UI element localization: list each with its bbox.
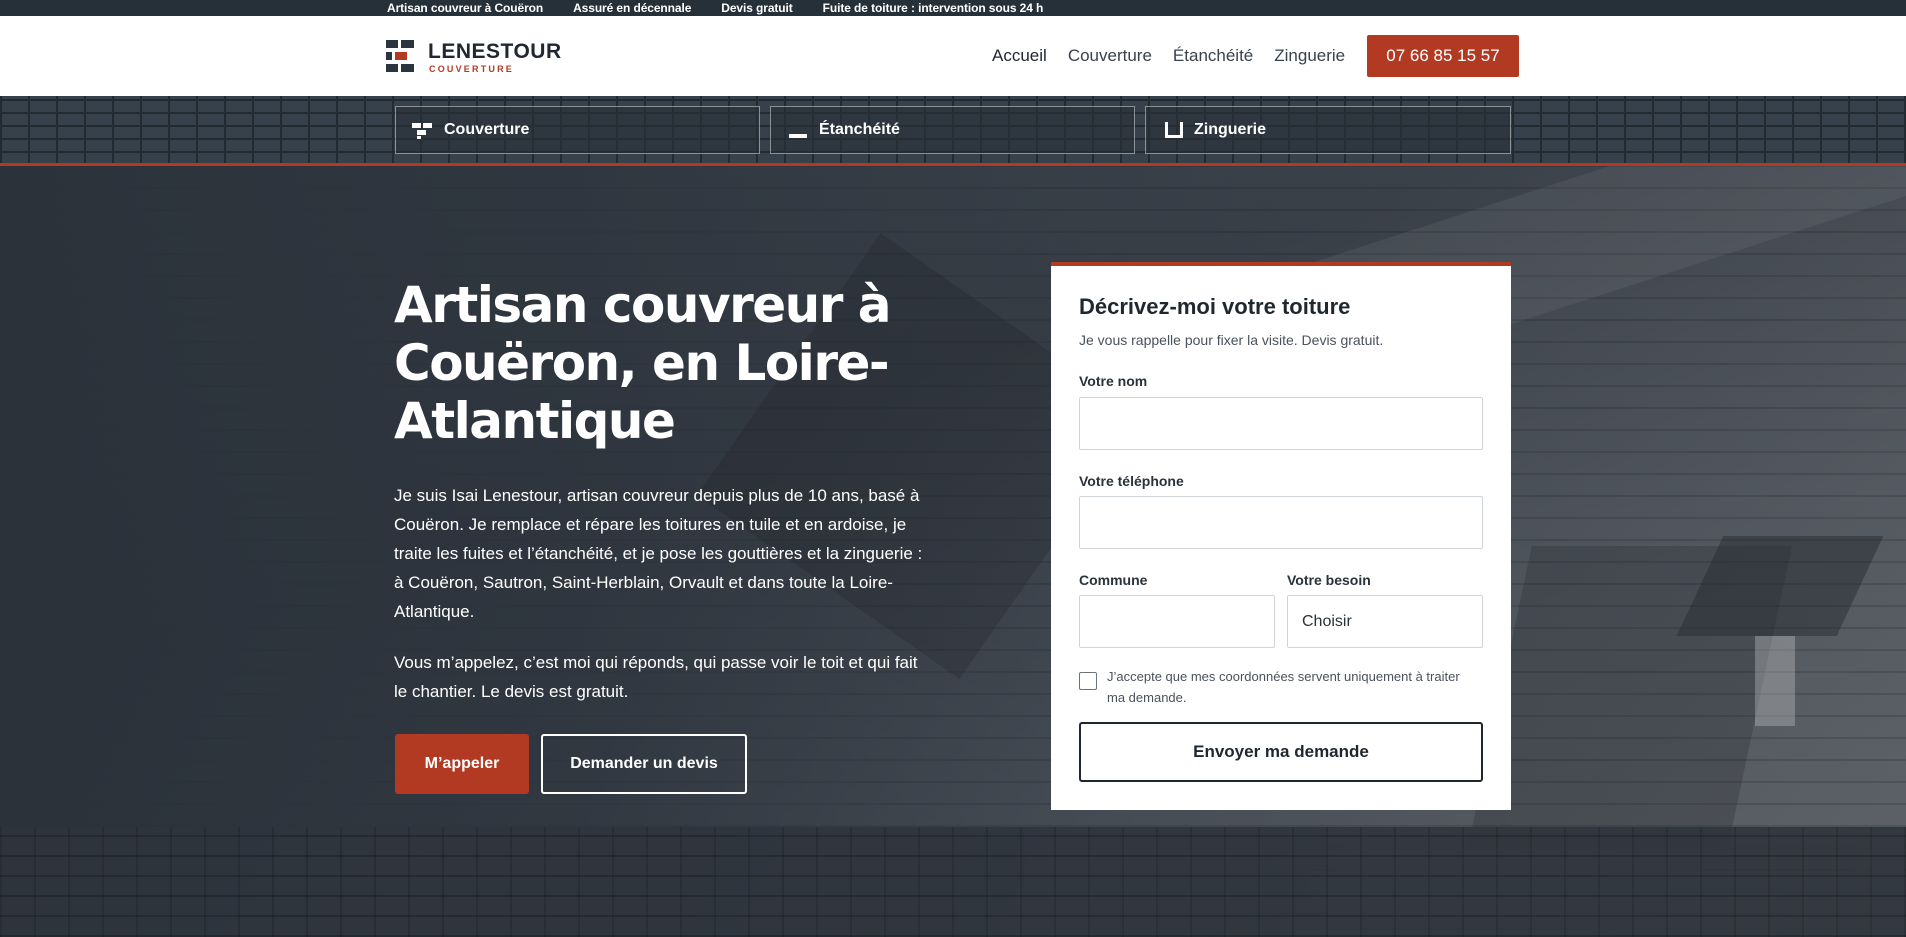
hero-section <box>0 96 1906 937</box>
service-label: Étanchéité <box>819 121 900 138</box>
consent-checkbox[interactable] <box>1079 672 1097 690</box>
form-title: Décrivez-moi votre toiture <box>1079 294 1351 319</box>
top-info-item: Fuite de toiture : intervention sous 24 … <box>822 1 1044 15</box>
top-info-item: Assuré en décennale <box>573 1 692 15</box>
nav-accueil[interactable]: Accueil <box>992 46 1047 66</box>
service-link-couverture[interactable]: Couverture <box>395 106 760 154</box>
logo-brick-icon <box>386 40 414 72</box>
site-header <box>0 16 1906 96</box>
name-label: Votre nom <box>1079 373 1148 389</box>
hero-intro: Je suis Isai Lenestour, artisan couvreur… <box>394 486 923 621</box>
quote-form-card: Décrivez-moi votre toiture Je vous rappe… <box>1051 262 1511 810</box>
name-input[interactable] <box>1079 397 1483 450</box>
commune-label: Commune <box>1079 572 1148 588</box>
service-link-zinguerie[interactable]: Zinguerie <box>1145 106 1511 154</box>
header-phone-button[interactable]: 07 66 85 15 57 <box>1367 35 1519 77</box>
nav-zinguerie[interactable]: Zinguerie <box>1274 46 1345 66</box>
form-subtitle: Je vous rappelle pour fixer la visite. D… <box>1079 332 1384 348</box>
call-button[interactable]: M’appeler <box>395 734 529 794</box>
band-accent-line <box>0 163 1906 166</box>
top-info-items: Artisan couvreur à Couëron Assuré en déc… <box>387 0 1043 16</box>
slate-pattern <box>0 827 1906 937</box>
nav-couverture[interactable]: Couverture <box>1068 46 1152 66</box>
consent-text: J’accepte que mes coordonnées servent un… <box>1107 669 1460 705</box>
commune-input[interactable] <box>1079 595 1275 648</box>
nav-etancheite[interactable]: Étanchéité <box>1173 46 1253 66</box>
hero-title: Artisan couvreur à Couëron, en Loire-Atl… <box>394 276 892 450</box>
main-nav: Accueil Couverture Étanchéité Zinguerie <box>992 46 1345 66</box>
tiles-icon <box>412 121 434 139</box>
logo[interactable]: LENESTOUR COUVERTURE <box>386 40 576 74</box>
quote-button[interactable]: Demander un devis <box>541 734 747 794</box>
gutter-icon <box>1162 121 1184 139</box>
phone-input[interactable] <box>1079 496 1483 549</box>
logo-tagline: COUVERTURE <box>429 64 515 74</box>
top-info-bar: Artisan couvreur à Couëron Assuré en déc… <box>0 0 1906 16</box>
top-info-item: Artisan couvreur à Couëron <box>387 1 544 15</box>
submit-button[interactable]: Envoyer ma demande <box>1079 722 1483 782</box>
service-label: Couverture <box>444 121 530 138</box>
service-label: Zinguerie <box>1194 121 1267 138</box>
phone-label: Votre téléphone <box>1079 473 1184 489</box>
top-info-item: Devis gratuit <box>721 1 793 15</box>
logo-name: LENESTOUR <box>428 40 562 63</box>
dormer-window <box>1755 636 1795 726</box>
hero-note: Vous m’appelez, c’est moi qui réponds, q… <box>394 653 918 701</box>
service-link-etancheite[interactable]: Étanchéité <box>770 106 1135 154</box>
membrane-icon <box>787 121 809 139</box>
need-select[interactable]: Choisir <box>1287 595 1483 648</box>
need-label: Votre besoin <box>1287 572 1371 588</box>
